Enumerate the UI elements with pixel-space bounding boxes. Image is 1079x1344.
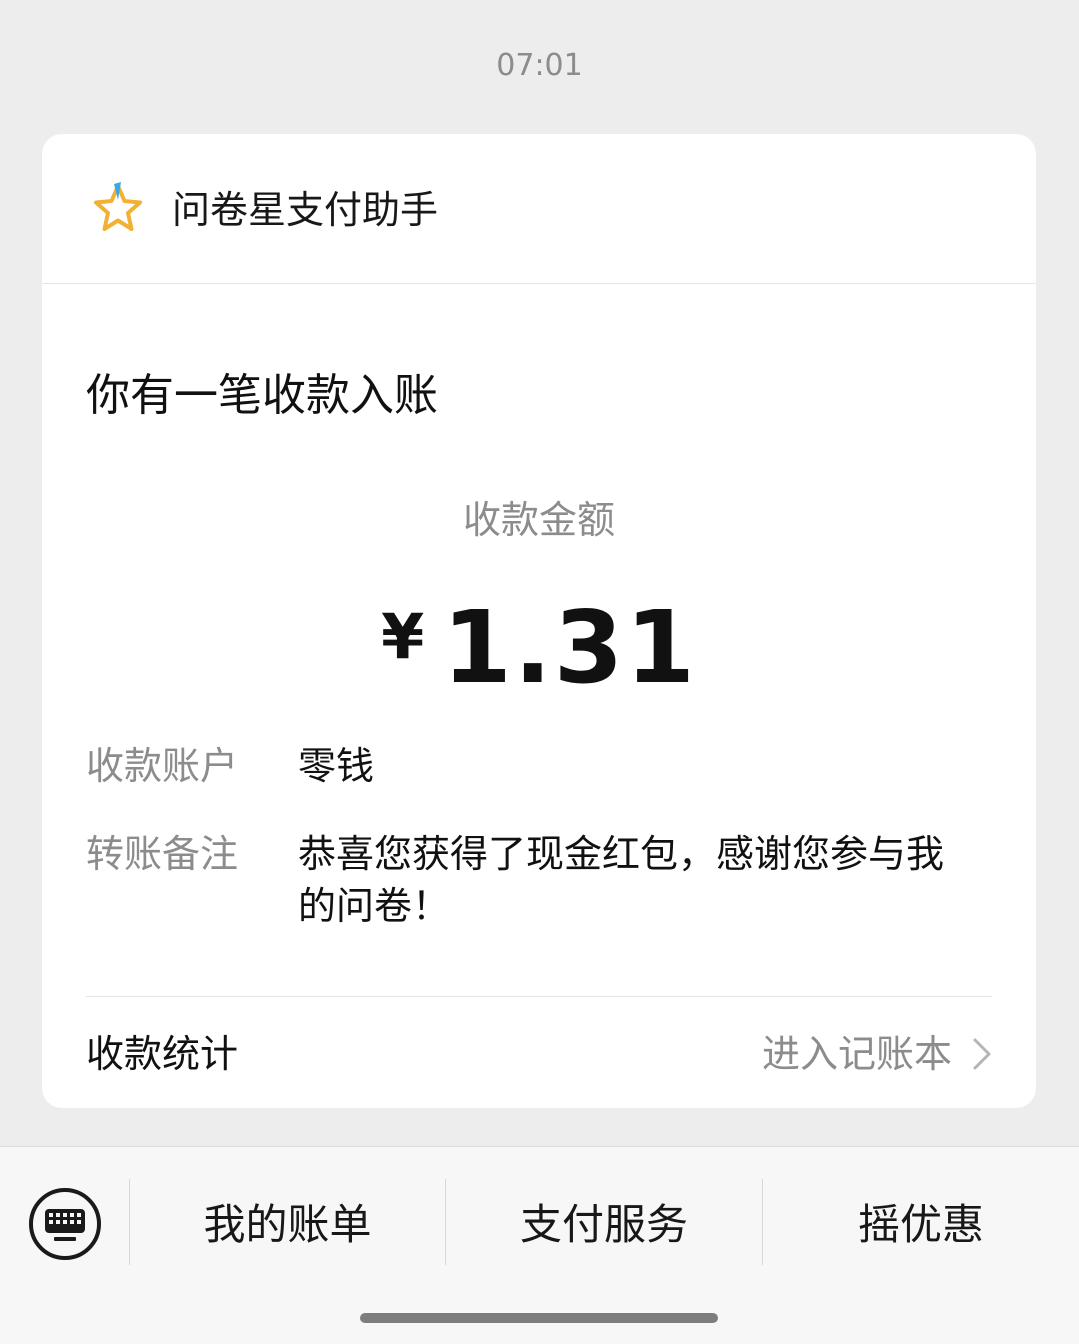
open-ledger-link[interactable]: 进入记账本: [762, 1028, 992, 1080]
sender-name: 问卷星支付助手: [172, 188, 439, 232]
amount-value: 1.31: [442, 589, 697, 706]
keyboard-icon[interactable]: [28, 1187, 102, 1261]
divider: [86, 996, 992, 997]
detail-label-remark: 转账备注: [86, 832, 239, 876]
payment-notification-card[interactable]: 问卷星支付助手 你有一笔收款入账 收款金额 ¥1.31 收款账户 零钱 转账备注…: [42, 134, 1036, 1108]
card-header[interactable]: 问卷星支付助手: [42, 134, 1036, 284]
amount-label: 收款金额: [462, 498, 615, 542]
stats-label: 收款统计: [86, 1032, 239, 1076]
detail-value-remark: 恭喜您获得了现金红包，感谢您参与我的问卷！: [298, 832, 945, 928]
menu-item-payment-services[interactable]: 支付服务: [446, 1195, 762, 1255]
menu-item-shake-deals[interactable]: 摇优惠: [763, 1195, 1079, 1255]
message-timestamp: 07:01: [496, 48, 583, 83]
star-icon: [94, 182, 142, 231]
menu-item-my-bills[interactable]: 我的账单: [130, 1195, 445, 1255]
notice-title: 你有一笔收款入账: [86, 370, 438, 421]
home-indicator[interactable]: [360, 1313, 718, 1323]
currency-symbol: ¥: [381, 600, 425, 673]
chevron-right-icon: [973, 1038, 991, 1070]
open-ledger-label: 进入记账本: [761, 1032, 952, 1076]
detail-label-account: 收款账户: [86, 744, 239, 788]
detail-value-account: 零钱: [298, 744, 375, 788]
bottom-menu-bar: 我的账单 支付服务 摇优惠: [0, 1146, 1079, 1344]
amount-display: ¥1.31: [42, 589, 1036, 706]
